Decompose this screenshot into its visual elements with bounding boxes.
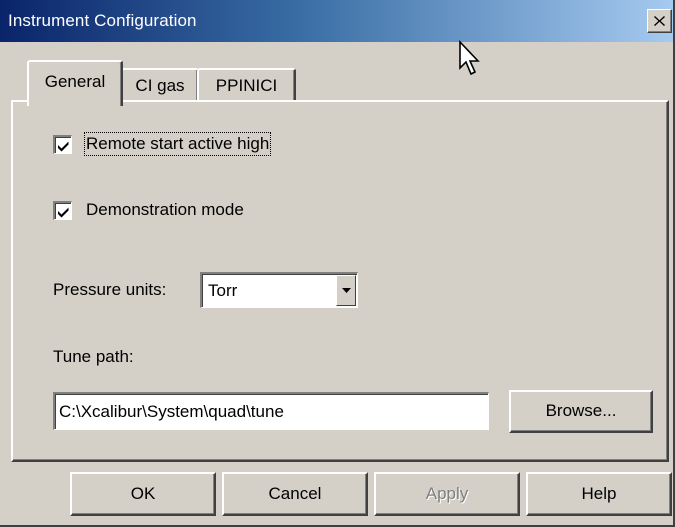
- tab-ppinici-label: PPINICI: [215, 76, 278, 95]
- browse-button-label: Browse...: [545, 401, 617, 420]
- browse-button[interactable]: Browse...: [509, 390, 653, 433]
- tab-ci-gas[interactable]: CI gas: [121, 68, 199, 104]
- tune-path-input[interactable]: C:\Xcalibur\System\quad\tune: [53, 392, 489, 430]
- tab-general[interactable]: General: [27, 60, 123, 106]
- mouse-pointer-icon: [458, 39, 484, 83]
- pressure-units-dropdown[interactable]: Torr: [200, 272, 358, 308]
- demonstration-mode-checkbox[interactable]: [53, 201, 72, 220]
- tab-ppinici[interactable]: PPINICI: [197, 68, 296, 104]
- tune-path-label: Tune path:: [53, 347, 134, 366]
- tune-path-value: C:\Xcalibur\System\quad\tune: [59, 402, 284, 421]
- cancel-button[interactable]: Cancel: [222, 472, 368, 516]
- help-button[interactable]: Help: [526, 472, 672, 516]
- dropdown-arrow-button[interactable]: [336, 275, 356, 306]
- remote-start-label[interactable]: Remote start active high: [83, 132, 272, 156]
- demonstration-mode-label[interactable]: Demonstration mode: [86, 200, 244, 220]
- checkmark-icon: [58, 141, 69, 152]
- checkmark-icon: [58, 207, 69, 218]
- ok-button-label: OK: [130, 484, 156, 503]
- chevron-down-icon: [342, 288, 351, 293]
- close-button[interactable]: [647, 9, 672, 33]
- remote-start-checkbox[interactable]: [53, 135, 72, 154]
- title-bar[interactable]: Instrument Configuration: [0, 0, 673, 42]
- apply-button[interactable]: Apply: [374, 472, 520, 516]
- close-icon: [654, 16, 665, 26]
- tab-ci-gas-label: CI gas: [135, 76, 185, 95]
- cancel-button-label: Cancel: [268, 484, 322, 503]
- help-button-label: Help: [581, 484, 617, 503]
- pressure-units-value: Torr: [208, 281, 238, 300]
- ok-button[interactable]: OK: [70, 472, 216, 516]
- general-tab-panel: Remote start active high Demonstration m…: [11, 100, 669, 462]
- apply-button-label: Apply: [425, 484, 469, 503]
- instrument-configuration-dialog: Instrument Configuration General CI gas …: [0, 0, 675, 527]
- window-title: Instrument Configuration: [8, 11, 197, 30]
- pressure-units-label: Pressure units:: [53, 280, 167, 299]
- tab-general-label: General: [44, 72, 106, 91]
